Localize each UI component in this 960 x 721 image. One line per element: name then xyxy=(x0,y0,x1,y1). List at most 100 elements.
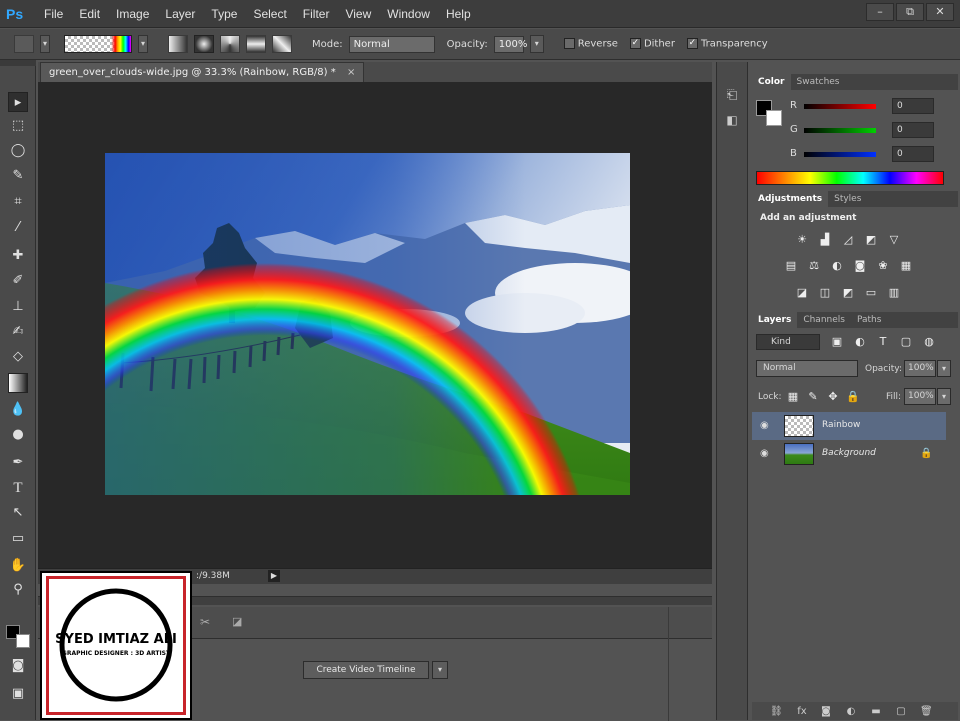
minimize-button[interactable]: – xyxy=(866,3,894,21)
type-tool-icon[interactable]: T xyxy=(8,478,28,498)
layer-opacity-input[interactable]: 100% xyxy=(904,360,936,377)
tab-styles[interactable]: Styles xyxy=(828,191,867,207)
close-button[interactable]: ✕ xyxy=(926,3,954,21)
photo-filter-icon[interactable]: ◙ xyxy=(853,259,867,273)
status-menu-arrow-icon[interactable]: ▶ xyxy=(268,570,280,582)
menu-type[interactable]: Type xyxy=(203,7,245,21)
quick-mask-icon[interactable]: ◙ xyxy=(8,656,28,676)
lock-image-icon[interactable]: ✎ xyxy=(806,390,820,404)
clone-stamp-tool-icon[interactable]: ⊥ xyxy=(8,297,28,317)
document-image[interactable] xyxy=(105,153,630,495)
marquee-tool-icon[interactable]: ⬚ xyxy=(8,116,28,136)
radial-gradient-icon[interactable] xyxy=(194,35,214,53)
rectangle-tool-icon[interactable]: ▭ xyxy=(8,529,28,549)
menu-image[interactable]: Image xyxy=(108,7,157,21)
layer-mask-icon[interactable]: ◙ xyxy=(820,706,832,718)
threshold-icon[interactable]: ◩ xyxy=(841,286,855,300)
layer-opacity-dropdown[interactable]: ▾ xyxy=(937,360,951,377)
diamond-gradient-icon[interactable] xyxy=(272,35,292,53)
vibrance-icon[interactable]: ▽ xyxy=(887,233,901,247)
filter-pixel-icon[interactable]: ▣ xyxy=(830,335,844,349)
menu-layer[interactable]: Layer xyxy=(157,7,203,21)
opacity-dropdown[interactable]: ▾ xyxy=(529,35,544,53)
tool-preset-icon[interactable] xyxy=(14,35,34,53)
reflected-gradient-icon[interactable] xyxy=(246,35,266,53)
tool-preset-dropdown[interactable]: ▾ xyxy=(40,35,50,53)
lock-all-icon[interactable]: 🔒 xyxy=(846,390,860,404)
fill-input[interactable]: 100% xyxy=(904,388,936,405)
lock-transparent-icon[interactable]: ▦ xyxy=(786,390,800,404)
curves-icon[interactable]: ◿ xyxy=(841,233,855,247)
exposure-icon[interactable]: ◩ xyxy=(864,233,878,247)
blue-slider[interactable] xyxy=(804,152,876,157)
document-tab[interactable]: green_over_clouds-wide.jpg @ 33.3% (Rain… xyxy=(40,62,365,82)
selective-color-icon[interactable]: ▥ xyxy=(887,286,901,300)
hand-tool-icon[interactable]: ✋ xyxy=(8,556,28,576)
lock-position-icon[interactable]: ✥ xyxy=(826,390,840,404)
crop-tool-icon[interactable]: ⌗ xyxy=(8,192,28,212)
menu-file[interactable]: File xyxy=(36,7,71,21)
new-group-icon[interactable]: ▬ xyxy=(870,706,882,718)
path-selection-tool-icon[interactable]: ↖ xyxy=(8,503,28,523)
tab-swatches[interactable]: Swatches xyxy=(791,74,846,90)
menu-filter[interactable]: Filter xyxy=(295,7,338,21)
black-white-icon[interactable]: ◐ xyxy=(830,259,844,273)
menu-select[interactable]: Select xyxy=(245,7,294,21)
layer-filter-kind-select[interactable]: Kind xyxy=(756,334,820,350)
filter-shape-icon[interactable]: ▢ xyxy=(899,335,913,349)
levels-icon[interactable]: ▟ xyxy=(818,233,832,247)
transparency-option[interactable]: ✓ Transparency xyxy=(686,38,768,50)
lasso-tool-icon[interactable]: ◯ xyxy=(8,141,28,161)
green-slider[interactable] xyxy=(804,128,876,133)
reverse-option[interactable]: Reverse xyxy=(563,38,618,50)
new-adjustment-layer-icon[interactable]: ◐ xyxy=(845,706,857,718)
reverse-checkbox[interactable] xyxy=(563,38,575,50)
dither-checkbox[interactable]: ✓ xyxy=(629,38,641,50)
move-tool-icon[interactable]: ▸ xyxy=(8,92,28,112)
tab-paths[interactable]: Paths xyxy=(851,312,887,328)
color-spectrum-bar[interactable] xyxy=(756,171,944,185)
split-clip-icon[interactable]: ✂ xyxy=(200,615,210,629)
red-slider[interactable] xyxy=(804,104,876,109)
history-brush-tool-icon[interactable]: ✍ xyxy=(8,322,28,342)
tab-channels[interactable]: Channels xyxy=(797,312,851,328)
brush-tool-icon[interactable]: ✐ xyxy=(8,271,28,291)
tab-color[interactable]: Color xyxy=(752,74,791,90)
timeline-mode-dropdown[interactable]: ▾ xyxy=(432,661,448,679)
tab-adjustments[interactable]: Adjustments xyxy=(752,191,829,207)
pen-tool-icon[interactable]: ✒ xyxy=(8,453,28,473)
gradient-map-icon[interactable]: ▭ xyxy=(864,286,878,300)
tab-layers[interactable]: Layers xyxy=(752,312,798,328)
restore-button[interactable]: ⧉ xyxy=(896,3,924,21)
transition-icon[interactable]: ◪ xyxy=(232,615,242,628)
gradient-tool-icon[interactable] xyxy=(8,373,28,393)
layer-style-icon[interactable]: fx xyxy=(796,706,808,718)
green-value-input[interactable]: 0 xyxy=(892,122,934,138)
opacity-input[interactable]: 100% xyxy=(493,35,527,53)
new-layer-icon[interactable]: ▢ xyxy=(895,706,907,718)
link-layers-icon[interactable]: ⛓ xyxy=(770,706,783,718)
color-background-swatch[interactable] xyxy=(766,110,782,126)
filter-type-icon[interactable]: T xyxy=(876,335,890,349)
menu-window[interactable]: Window xyxy=(379,7,438,21)
layer-row-rainbow[interactable]: ◉ Rainbow xyxy=(752,412,946,440)
invert-icon[interactable]: ◪ xyxy=(795,286,809,300)
screen-mode-icon[interactable]: ▣ xyxy=(8,684,28,704)
eyedropper-tool-icon[interactable]: ⁄ xyxy=(8,218,28,238)
close-document-icon[interactable]: × xyxy=(347,67,355,78)
gradient-picker-dropdown[interactable]: ▾ xyxy=(138,35,148,53)
hue-saturation-icon[interactable]: ▤ xyxy=(784,259,798,273)
gradient-preview[interactable] xyxy=(64,35,132,53)
properties-panel-icon[interactable]: ◧ xyxy=(723,113,741,131)
fill-dropdown[interactable]: ▾ xyxy=(937,388,951,405)
red-value-input[interactable]: 0 xyxy=(892,98,934,114)
background-color-swatch[interactable] xyxy=(16,634,30,648)
posterize-icon[interactable]: ◫ xyxy=(818,286,832,300)
mode-select[interactable]: Normal xyxy=(348,35,435,53)
transparency-checkbox[interactable]: ✓ xyxy=(686,38,698,50)
color-lookup-icon[interactable]: ▦ xyxy=(899,259,913,273)
zoom-tool-icon[interactable]: ⚲ xyxy=(8,580,28,600)
filter-smart-object-icon[interactable]: ◍ xyxy=(922,335,936,349)
menu-help[interactable]: Help xyxy=(438,7,479,21)
visibility-eye-icon[interactable]: ◉ xyxy=(760,448,772,460)
